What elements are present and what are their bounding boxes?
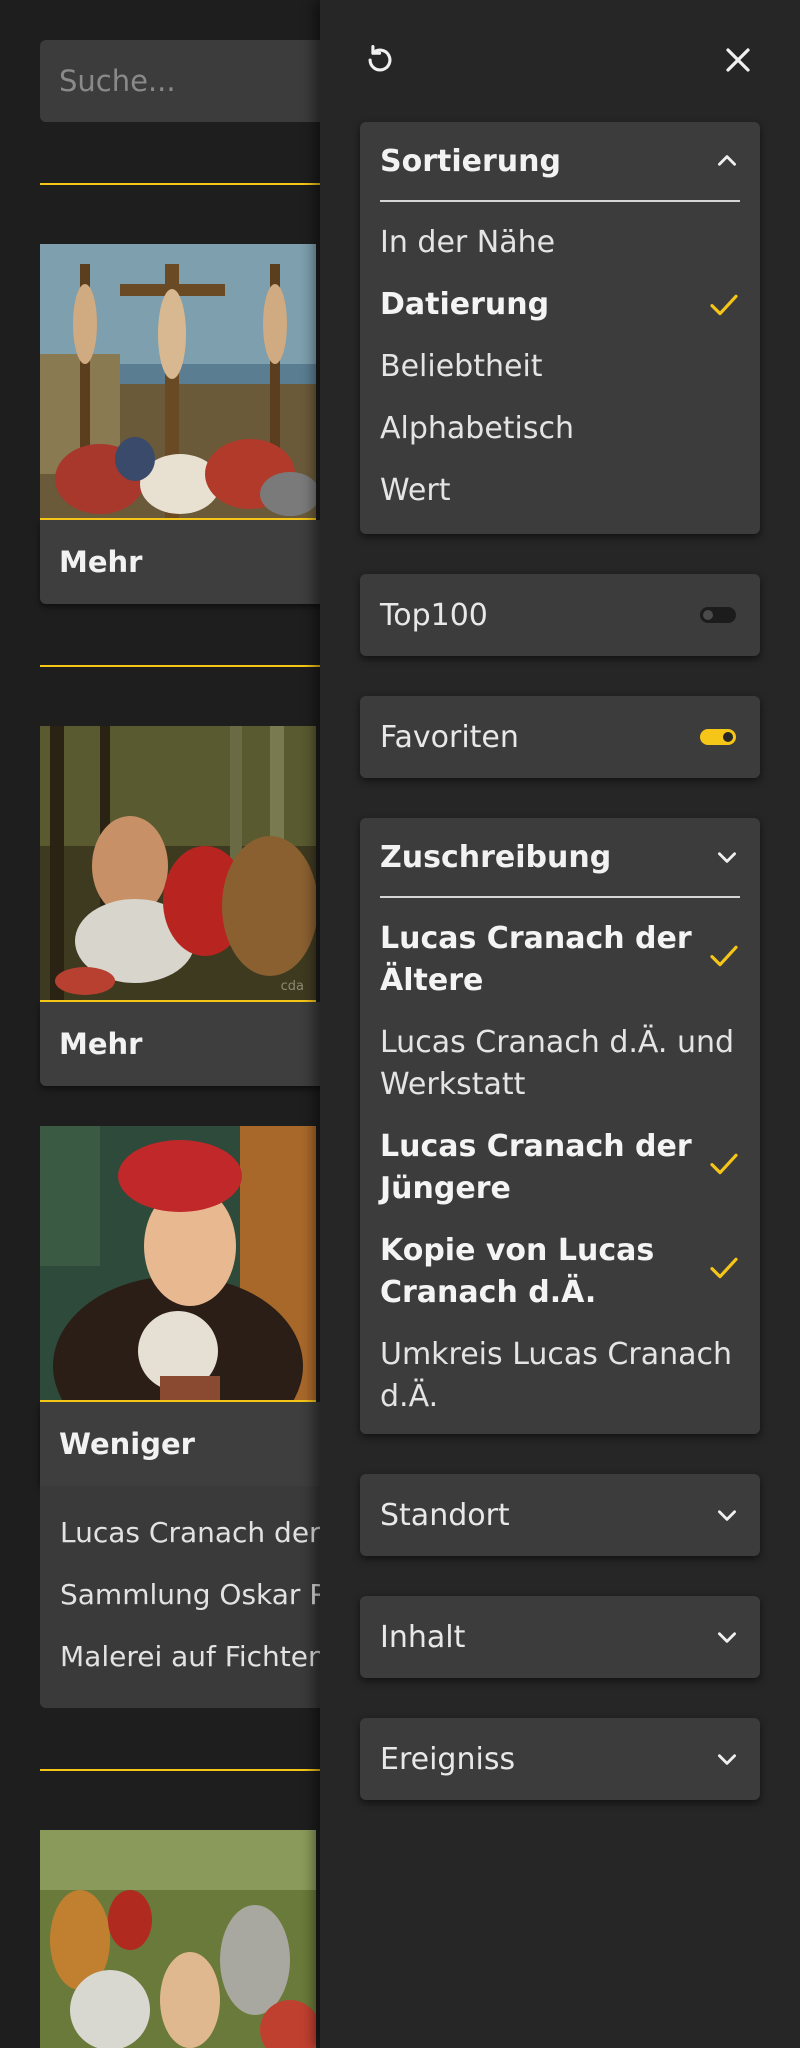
top100-label: Top100 xyxy=(380,597,488,633)
top100-toggle[interactable] xyxy=(700,607,736,623)
attribution-option-label: Lucas Cranach der xyxy=(380,921,692,956)
top100-filter[interactable]: Top100 xyxy=(360,574,760,656)
attribution-option-label: d.Ä. xyxy=(380,1379,439,1414)
sort-option-popularity[interactable]: Beliebtheit xyxy=(360,336,760,398)
check-icon xyxy=(710,1257,738,1279)
check-icon xyxy=(710,294,738,316)
attribution-option-label: Jüngere xyxy=(380,1171,511,1206)
attribution-section: Zuschreibung Lucas Cranach der Ältere Lu… xyxy=(360,818,760,1434)
check-icon xyxy=(710,945,738,967)
artwork-image[interactable]: cda xyxy=(40,726,316,1002)
location-label: Standort xyxy=(380,1497,510,1533)
event-filter[interactable]: Ereigniss xyxy=(360,1718,760,1800)
sort-option-value[interactable]: Wert xyxy=(360,460,760,522)
image-watermark: cda xyxy=(280,979,304,994)
sort-option-label: In der Nähe xyxy=(380,225,556,260)
attribution-option-elder[interactable]: Lucas Cranach der Ältere xyxy=(360,918,760,1022)
attribution-option-label: Cranach d.Ä. xyxy=(380,1275,597,1310)
attribution-option-younger[interactable]: Lucas Cranach der Jüngere xyxy=(360,1126,760,1230)
check-icon xyxy=(710,1153,738,1175)
sort-option-label: Beliebtheit xyxy=(380,349,543,384)
chevron-down-icon xyxy=(718,1632,736,1643)
attribution-title: Zuschreibung xyxy=(380,839,612,875)
attribution-option-workshop[interactable]: Lucas Cranach d.Ä. und Werkstatt xyxy=(360,1022,760,1126)
sort-option-label: Wert xyxy=(380,473,451,508)
artwork-image[interactable] xyxy=(40,244,316,520)
attribution-header[interactable]: Zuschreibung xyxy=(380,818,740,898)
sort-option-nearby[interactable]: In der Nähe xyxy=(360,212,760,274)
attribution-option-label: Kopie von Lucas xyxy=(380,1233,655,1268)
sort-option-label: Datierung xyxy=(380,287,550,322)
chevron-down-icon xyxy=(718,852,736,863)
sort-option-alphabetical[interactable]: Alphabetisch xyxy=(360,398,760,460)
filter-panel: Sortierung In der Nähe Datierung Beliebt… xyxy=(320,0,800,2048)
attribution-option-label: Ältere xyxy=(380,963,484,998)
attribution-option-circle[interactable]: Umkreis Lucas Cranach d.Ä. xyxy=(360,1334,760,1438)
content-filter[interactable]: Inhalt xyxy=(360,1596,760,1678)
attribution-option-label: Lucas Cranach d.Ä. und xyxy=(380,1025,735,1060)
sort-section: Sortierung In der Nähe Datierung Beliebt… xyxy=(360,122,760,534)
event-label: Ereigniss xyxy=(380,1741,516,1777)
content-label: Inhalt xyxy=(380,1619,466,1655)
sort-header[interactable]: Sortierung xyxy=(380,122,740,202)
chevron-down-icon xyxy=(718,1754,736,1765)
favorites-toggle[interactable] xyxy=(700,729,736,745)
artwork-image[interactable] xyxy=(40,1830,316,2048)
location-filter[interactable]: Standort xyxy=(360,1474,760,1556)
chevron-up-icon xyxy=(718,155,736,166)
reset-icon[interactable] xyxy=(360,40,400,80)
attribution-option-label: Werkstatt xyxy=(380,1067,526,1102)
attribution-option-label: Lucas Cranach der xyxy=(380,1129,692,1164)
sort-option-label: Alphabetisch xyxy=(380,411,575,446)
artwork-image[interactable] xyxy=(40,1126,316,1402)
favorites-filter[interactable]: Favoriten xyxy=(360,696,760,778)
attribution-option-label: Umkreis Lucas Cranach xyxy=(380,1337,733,1372)
sort-title: Sortierung xyxy=(380,143,561,179)
chevron-down-icon xyxy=(718,1510,736,1521)
close-icon[interactable] xyxy=(718,40,758,80)
attribution-option-copy[interactable]: Kopie von Lucas Cranach d.Ä. xyxy=(360,1230,760,1334)
favorites-label: Favoriten xyxy=(380,719,519,755)
sort-option-date[interactable]: Datierung xyxy=(360,274,760,336)
